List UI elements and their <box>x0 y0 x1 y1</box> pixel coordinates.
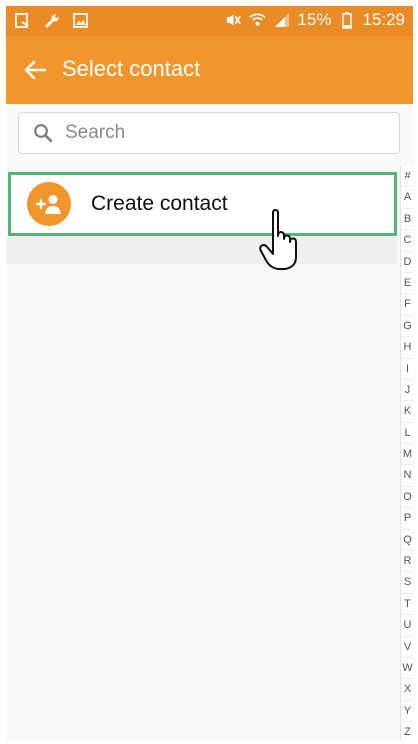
index-letter[interactable]: V <box>401 637 413 658</box>
wifi-icon <box>249 12 266 29</box>
wrench-icon <box>43 12 60 29</box>
create-contact-button[interactable]: Create contact <box>8 172 397 236</box>
index-letter[interactable]: N <box>401 465 413 487</box>
index-letter[interactable]: P <box>401 508 413 530</box>
index-letter[interactable]: Z <box>401 722 413 740</box>
mute-icon <box>225 12 242 29</box>
index-letter[interactable]: S <box>401 572 413 594</box>
status-bar: 15% 15:29 <box>6 6 413 36</box>
alphabet-index-bar[interactable]: # A B C D E F G H I J K L M N O P Q R S T U V W X Y Z <box>400 166 413 740</box>
index-letter[interactable]: D <box>401 252 413 273</box>
back-arrow-icon <box>24 60 46 80</box>
index-letter[interactable]: K <box>401 401 413 423</box>
index-letter[interactable]: W <box>401 658 413 680</box>
add-contact-icon <box>27 182 71 226</box>
index-letter[interactable]: Y <box>401 701 413 723</box>
signal-icon <box>273 12 290 29</box>
battery-icon <box>338 11 355 29</box>
index-letter[interactable]: G <box>401 316 413 338</box>
notification-icon <box>14 12 31 29</box>
index-letter[interactable]: H <box>401 337 413 359</box>
index-letter[interactable]: Q <box>401 530 413 552</box>
app-bar: Select contact <box>6 36 413 104</box>
search-icon <box>33 123 53 143</box>
page-title: Select contact <box>62 56 201 81</box>
search-box[interactable] <box>18 112 400 154</box>
index-letter[interactable]: A <box>401 187 413 209</box>
index-letter[interactable]: M <box>401 444 413 466</box>
index-letter[interactable]: J <box>401 380 413 402</box>
index-letter[interactable]: C <box>401 230 413 252</box>
index-letter[interactable]: T <box>401 594 413 616</box>
index-letter[interactable]: F <box>401 294 413 316</box>
index-letter[interactable]: X <box>401 679 413 701</box>
screen: 15% 15:29 Select contact Create <box>6 6 413 740</box>
index-letter[interactable]: U <box>401 615 413 637</box>
index-letter[interactable]: # <box>401 166 413 188</box>
index-letter[interactable]: R <box>401 551 413 573</box>
section-divider <box>6 237 397 264</box>
index-letter[interactable]: O <box>401 487 413 509</box>
index-letter[interactable]: E <box>401 273 413 295</box>
back-button[interactable] <box>20 55 50 85</box>
index-letter[interactable]: I <box>401 359 413 380</box>
hand-pointer-icon <box>259 209 297 270</box>
clock: 15:29 <box>362 10 405 29</box>
index-letter[interactable]: L <box>401 423 413 445</box>
create-contact-label: Create contact <box>91 192 228 215</box>
battery-percent: 15% <box>297 10 332 29</box>
image-icon <box>72 12 89 29</box>
status-left-icons <box>14 12 89 29</box>
search-input[interactable] <box>63 121 387 145</box>
index-letter[interactable]: B <box>401 209 413 231</box>
status-right-icons: 15% 15:29 <box>225 10 405 30</box>
